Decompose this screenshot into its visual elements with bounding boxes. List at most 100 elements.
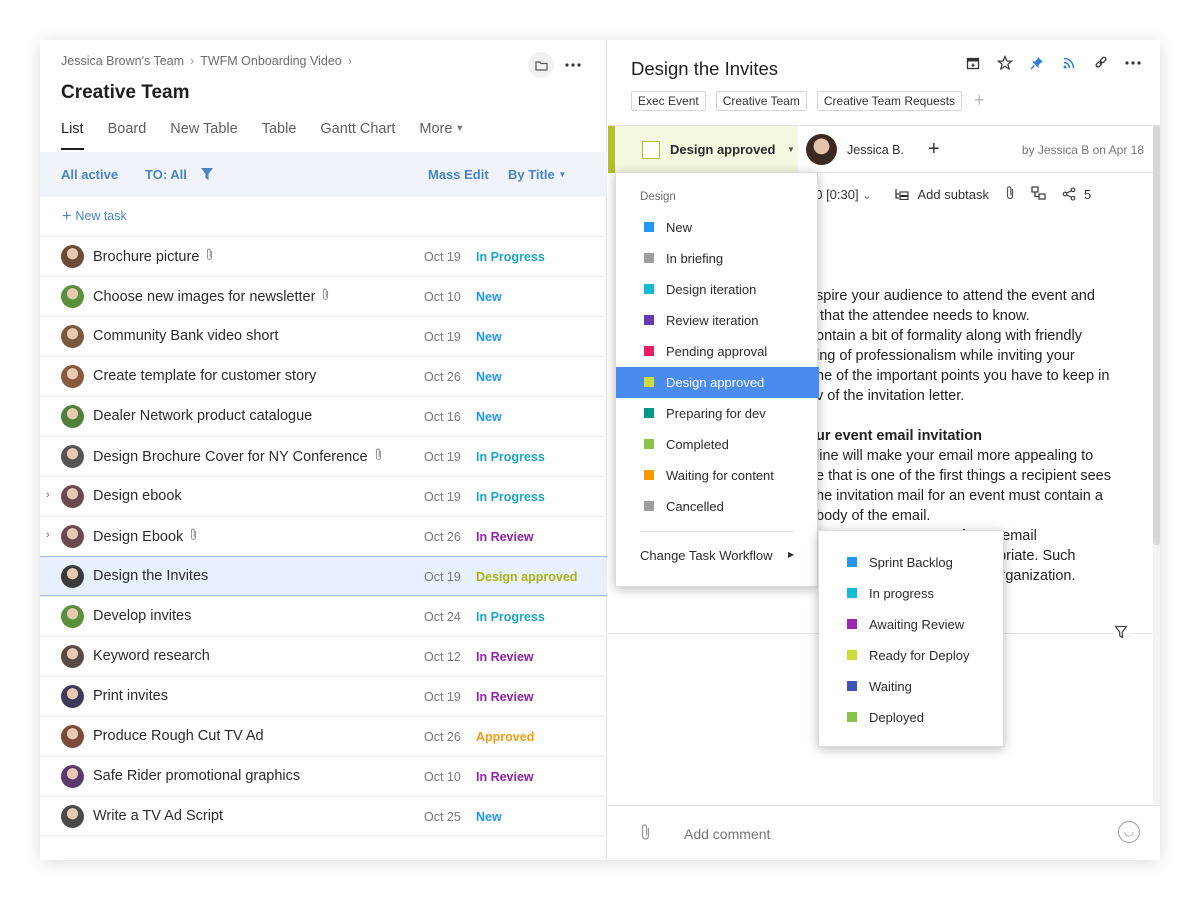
table-row[interactable]: Safe Rider promotional graphicsOct 10In …	[40, 756, 607, 796]
scrollbar[interactable]	[1153, 125, 1160, 805]
status-option-cancelled[interactable]: Cancelled	[616, 491, 819, 522]
mass-edit-button[interactable]: Mass Edit	[428, 167, 489, 182]
avatar[interactable]	[806, 134, 837, 165]
change-workflow-item[interactable]: Change Task Workflow	[640, 548, 772, 563]
task-name[interactable]: Design ebook	[93, 488, 182, 504]
dependency-button[interactable]	[1031, 186, 1046, 203]
attach-button[interactable]	[1005, 185, 1015, 203]
table-row[interactable]: Community Bank video shortOct 19New	[40, 316, 607, 356]
assignee-filter[interactable]: TO: All	[145, 167, 187, 182]
tab-gantt-chart[interactable]: Gantt Chart	[320, 121, 395, 150]
table-row[interactable]: Choose new images for newsletterOct 10Ne…	[40, 276, 607, 316]
new-task-button[interactable]: +New task	[62, 208, 127, 226]
workflow-option-waiting[interactable]: Waiting	[819, 671, 1005, 702]
avatar[interactable]	[61, 445, 84, 468]
tag-exec-event[interactable]: Exec Event	[631, 91, 706, 111]
status-option-design-approved[interactable]: Design approved	[616, 367, 819, 398]
status-option-completed[interactable]: Completed	[616, 429, 819, 460]
tab-more[interactable]: More▼	[419, 121, 464, 150]
chevron-right-icon[interactable]: ›	[46, 529, 50, 541]
tab-table[interactable]: Table	[262, 121, 297, 150]
status-option-new[interactable]: New	[616, 212, 819, 243]
comment-input[interactable]	[684, 826, 1064, 842]
task-name[interactable]: Develop invites	[93, 608, 191, 624]
status-dropdown-button[interactable]: Design approved ▼	[608, 126, 798, 173]
tab-list[interactable]: List	[61, 121, 84, 150]
task-name[interactable]: Print invites	[93, 688, 168, 704]
tag-creative-team[interactable]: Creative Team	[716, 91, 807, 111]
avatar[interactable]	[61, 605, 84, 628]
task-name[interactable]: Produce Rough Cut TV Ad	[93, 728, 264, 744]
task-name[interactable]: Design Ebook	[93, 528, 198, 545]
table-row[interactable]: Keyword researchOct 12In Review	[40, 636, 607, 676]
table-row[interactable]: ›Design EbookOct 26In Review	[40, 516, 607, 556]
table-row[interactable]: Produce Rough Cut TV AdOct 26Approved	[40, 716, 607, 756]
task-name[interactable]: Design Brochure Cover for NY Conference	[93, 448, 383, 465]
pin-button[interactable]	[1028, 54, 1046, 72]
detail-more-button[interactable]	[1124, 54, 1142, 72]
avatar[interactable]	[61, 805, 84, 828]
avatar[interactable]	[61, 645, 84, 668]
workflow-option-awaiting-review[interactable]: Awaiting Review	[819, 609, 1005, 640]
avatar[interactable]	[61, 725, 84, 748]
status-option-waiting-for-content[interactable]: Waiting for content	[616, 460, 819, 491]
chevron-right-icon[interactable]: ›	[46, 489, 50, 501]
add-subtask-button[interactable]: Add subtask	[895, 187, 989, 202]
more-options-button[interactable]	[562, 55, 584, 75]
emoji-icon[interactable]: ◡	[1118, 821, 1140, 843]
status-option-in-briefing[interactable]: In briefing	[616, 243, 819, 274]
avatar[interactable]	[61, 685, 84, 708]
assignee-name[interactable]: Jessica B.	[847, 143, 904, 157]
breadcrumb-team[interactable]: Jessica Brown's Team	[61, 54, 184, 68]
breadcrumb-project[interactable]: TWFM Onboarding Video	[200, 54, 342, 68]
status-option-review-iteration[interactable]: Review iteration	[616, 305, 819, 336]
tag-creative-team-requests[interactable]: Creative Team Requests	[817, 91, 962, 111]
avatar[interactable]	[61, 485, 84, 508]
table-row[interactable]: ›Design ebookOct 19In Progress	[40, 476, 607, 516]
status-option-design-iteration[interactable]: Design iteration	[616, 274, 819, 305]
scrollbar-thumb[interactable]	[1153, 125, 1160, 545]
copy-link-button[interactable]	[1092, 54, 1110, 72]
table-row[interactable]: Write a TV Ad ScriptOct 25New	[40, 796, 607, 836]
avatar[interactable]	[61, 525, 84, 548]
follow-button[interactable]	[1060, 54, 1078, 72]
table-row[interactable]: Dealer Network product catalogueOct 16Ne…	[40, 396, 607, 436]
workflow-option-deployed[interactable]: Deployed	[819, 702, 1005, 733]
avatar[interactable]	[61, 565, 84, 588]
task-name[interactable]: Keyword research	[93, 648, 210, 664]
folder-button[interactable]	[528, 52, 554, 78]
comment-filter-button[interactable]	[1114, 625, 1130, 641]
task-name[interactable]: Safe Rider promotional graphics	[93, 768, 300, 784]
table-row[interactable]: Print invitesOct 19In Review	[40, 676, 607, 716]
complete-checkbox[interactable]	[642, 141, 660, 159]
workflow-option-in-progress[interactable]: In progress	[819, 578, 1005, 609]
task-name[interactable]: Write a TV Ad Script	[93, 808, 223, 824]
task-name[interactable]: Create template for customer story	[93, 368, 316, 384]
avatar[interactable]	[61, 365, 84, 388]
tab-new-table[interactable]: New Table	[170, 121, 237, 150]
workflow-option-ready-for-deploy[interactable]: Ready for Deploy	[819, 640, 1005, 671]
task-title[interactable]: Design the Invites	[631, 58, 778, 80]
attach-comment-button[interactable]	[640, 823, 651, 846]
task-name[interactable]: Design the Invites	[93, 568, 208, 584]
avatar[interactable]	[61, 765, 84, 788]
share-button[interactable]: 5	[1062, 187, 1091, 202]
table-row[interactable]: Brochure pictureOct 19In Progress	[40, 236, 607, 276]
add-to-calendar-button[interactable]	[964, 54, 982, 72]
avatar[interactable]	[61, 245, 84, 268]
sort-by-title-button[interactable]: By Title ▼	[508, 167, 566, 182]
tab-board[interactable]: Board	[108, 121, 147, 150]
avatar[interactable]	[61, 325, 84, 348]
star-button[interactable]	[996, 54, 1014, 72]
avatar[interactable]	[61, 405, 84, 428]
all-active-filter[interactable]: All active	[61, 167, 118, 182]
table-row[interactable]: Develop invitesOct 24In Progress	[40, 596, 607, 636]
table-row[interactable]: Create template for customer storyOct 26…	[40, 356, 607, 396]
status-option-preparing-for-dev[interactable]: Preparing for dev	[616, 398, 819, 429]
task-name[interactable]: Choose new images for newsletter	[93, 288, 330, 305]
add-assignee-button[interactable]: +	[928, 138, 940, 161]
task-name[interactable]: Dealer Network product catalogue	[93, 408, 312, 424]
status-option-pending-approval[interactable]: Pending approval	[616, 336, 819, 367]
table-row[interactable]: Design the InvitesOct 19Design approved	[40, 556, 607, 596]
table-row[interactable]: Design Brochure Cover for NY ConferenceO…	[40, 436, 607, 476]
